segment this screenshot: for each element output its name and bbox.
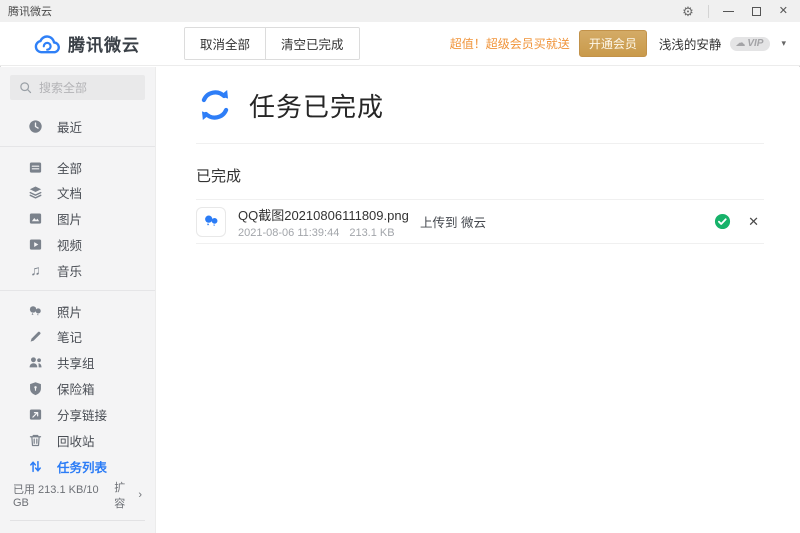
task-list-panel: 任务已完成 已完成 QQ截图20210806111809.png 2021	[156, 67, 800, 533]
task-action-text: 上传到 微云	[420, 212, 486, 231]
sidebar-item-task-list[interactable]: 任务列表	[0, 453, 155, 479]
titlebar: 腾讯微云 ⚙ ✕	[0, 0, 800, 22]
sync-icon	[196, 86, 234, 124]
sidebar-item-recycle-bin[interactable]: 回收站	[0, 427, 155, 453]
task-filesize: 213.1 KB	[349, 227, 394, 239]
task-timestamp: 2021-08-06 11:39:44	[238, 227, 339, 239]
image-icon	[28, 211, 43, 226]
task-actions-group: 取消全部 清空已完成	[184, 27, 360, 60]
sidebar-item-label: 全部	[57, 158, 82, 177]
content-divider	[196, 143, 764, 144]
sidebar-item-label: 照片	[57, 302, 82, 321]
vip-label: VIP	[747, 38, 763, 49]
sidebar-item-label: 图片	[57, 209, 82, 228]
sidebar-item-shared-group[interactable]: 共享组	[0, 350, 155, 376]
sidebar-item-label: 音乐	[57, 261, 82, 280]
music-note-icon: ♫	[28, 263, 43, 278]
minimize-button[interactable]	[723, 11, 734, 12]
sidebar-item-music[interactable]: ♫ 音乐	[0, 257, 155, 283]
sidebar-item-all[interactable]: 全部	[0, 154, 155, 180]
sidebar-item-recent[interactable]: 最近	[0, 113, 155, 139]
sidebar-item-documents[interactable]: 文档	[0, 180, 155, 206]
sidebar-item-label: 共享组	[57, 353, 95, 372]
sidebar-item-label: 视频	[57, 235, 82, 254]
settings-gear-icon[interactable]: ⚙	[682, 5, 694, 18]
task-status-title: 任务已完成	[249, 87, 384, 124]
sidebar-divider	[0, 290, 155, 291]
expand-storage-link[interactable]: 扩容 ›	[114, 479, 142, 511]
username: 浅浅的安静	[659, 34, 722, 53]
pen-icon	[28, 329, 43, 344]
task-file-info: QQ截图20210806111809.png 2021-08-06 11:39:…	[238, 205, 420, 239]
remove-task-button[interactable]: ✕	[748, 215, 759, 228]
sidebar-item-label: 保险箱	[57, 379, 95, 398]
maximize-button[interactable]	[752, 7, 761, 16]
share-link-icon	[28, 407, 43, 422]
task-filename: QQ截图20210806111809.png	[238, 205, 420, 224]
file-thumbnail	[196, 207, 226, 237]
vip-cloud-icon: ☁	[735, 38, 745, 49]
search-input[interactable]	[39, 81, 137, 95]
clear-completed-button[interactable]: 清空已完成	[265, 28, 359, 59]
sidebar-item-images[interactable]: 图片	[0, 206, 155, 232]
cancel-all-button[interactable]: 取消全部	[185, 28, 265, 59]
weiyun-logo: 腾讯微云	[0, 31, 156, 56]
clock-icon	[28, 119, 43, 134]
account-dropdown-icon[interactable]: ▾	[781, 38, 786, 49]
documents-layers-icon	[28, 185, 43, 200]
sidebar-item-photos[interactable]: 照片	[0, 298, 155, 324]
task-meta: 2021-08-06 11:39:44 213.1 KB	[238, 227, 420, 239]
storage-usage-text: 已用 213.1 KB/10 GB	[13, 481, 114, 509]
photo-balloons-icon	[28, 304, 43, 319]
sidebar-item-label: 分享链接	[57, 405, 107, 424]
close-window-button[interactable]: ✕	[779, 6, 788, 17]
sidebar-footer-divider	[10, 520, 145, 521]
task-success-check-icon	[714, 213, 731, 230]
vip-badge: ☁ VIP	[730, 37, 770, 51]
sidebar: 最近 全部 文档	[0, 67, 156, 533]
titlebar-separator	[708, 5, 709, 18]
weiyun-cloud-logo-icon	[34, 33, 61, 54]
sidebar-item-notes[interactable]: 笔记	[0, 324, 155, 350]
task-status-header: 任务已完成	[196, 86, 800, 124]
sidebar-item-label: 回收站	[57, 431, 95, 450]
storage-usage-footer: 已用 213.1 KB/10 GB 扩容 ›	[0, 479, 155, 511]
app-header: 腾讯微云 取消全部 清空已完成 超值！超级会员买就送 开通会员 浅浅的安静 ☁ …	[0, 22, 800, 66]
photo-balloons-icon	[203, 213, 220, 230]
chevron-right-icon: ›	[138, 489, 142, 501]
sidebar-item-label: 文档	[57, 183, 82, 202]
sidebar-item-label: 任务列表	[57, 457, 107, 476]
logo-text: 腾讯微云	[68, 31, 140, 56]
transfer-arrows-icon	[28, 459, 43, 474]
video-play-icon	[28, 237, 43, 252]
completed-section-label: 已完成	[196, 165, 800, 186]
trash-icon	[28, 433, 43, 448]
sidebar-item-safe[interactable]: 保险箱	[0, 376, 155, 402]
open-membership-button[interactable]: 开通会员	[579, 30, 647, 57]
promo-text[interactable]: 超值！超级会员买就送	[450, 35, 570, 52]
task-list: QQ截图20210806111809.png 2021-08-06 11:39:…	[196, 199, 764, 244]
sidebar-item-label: 最近	[57, 117, 82, 136]
task-row[interactable]: QQ截图20210806111809.png 2021-08-06 11:39:…	[196, 199, 764, 244]
weiyun-window: { "titlebar": { "title": "腾讯微云" }, "icon…	[0, 0, 800, 533]
search-box[interactable]	[10, 75, 145, 100]
sidebar-item-label: 笔记	[57, 327, 82, 346]
people-icon	[28, 355, 43, 370]
sidebar-item-videos[interactable]: 视频	[0, 232, 155, 258]
all-files-icon	[28, 160, 43, 175]
search-icon	[18, 80, 33, 95]
shield-icon	[28, 381, 43, 396]
window-title: 腾讯微云	[8, 3, 52, 19]
sidebar-divider	[0, 146, 155, 147]
sidebar-item-share-links[interactable]: 分享链接	[0, 402, 155, 428]
